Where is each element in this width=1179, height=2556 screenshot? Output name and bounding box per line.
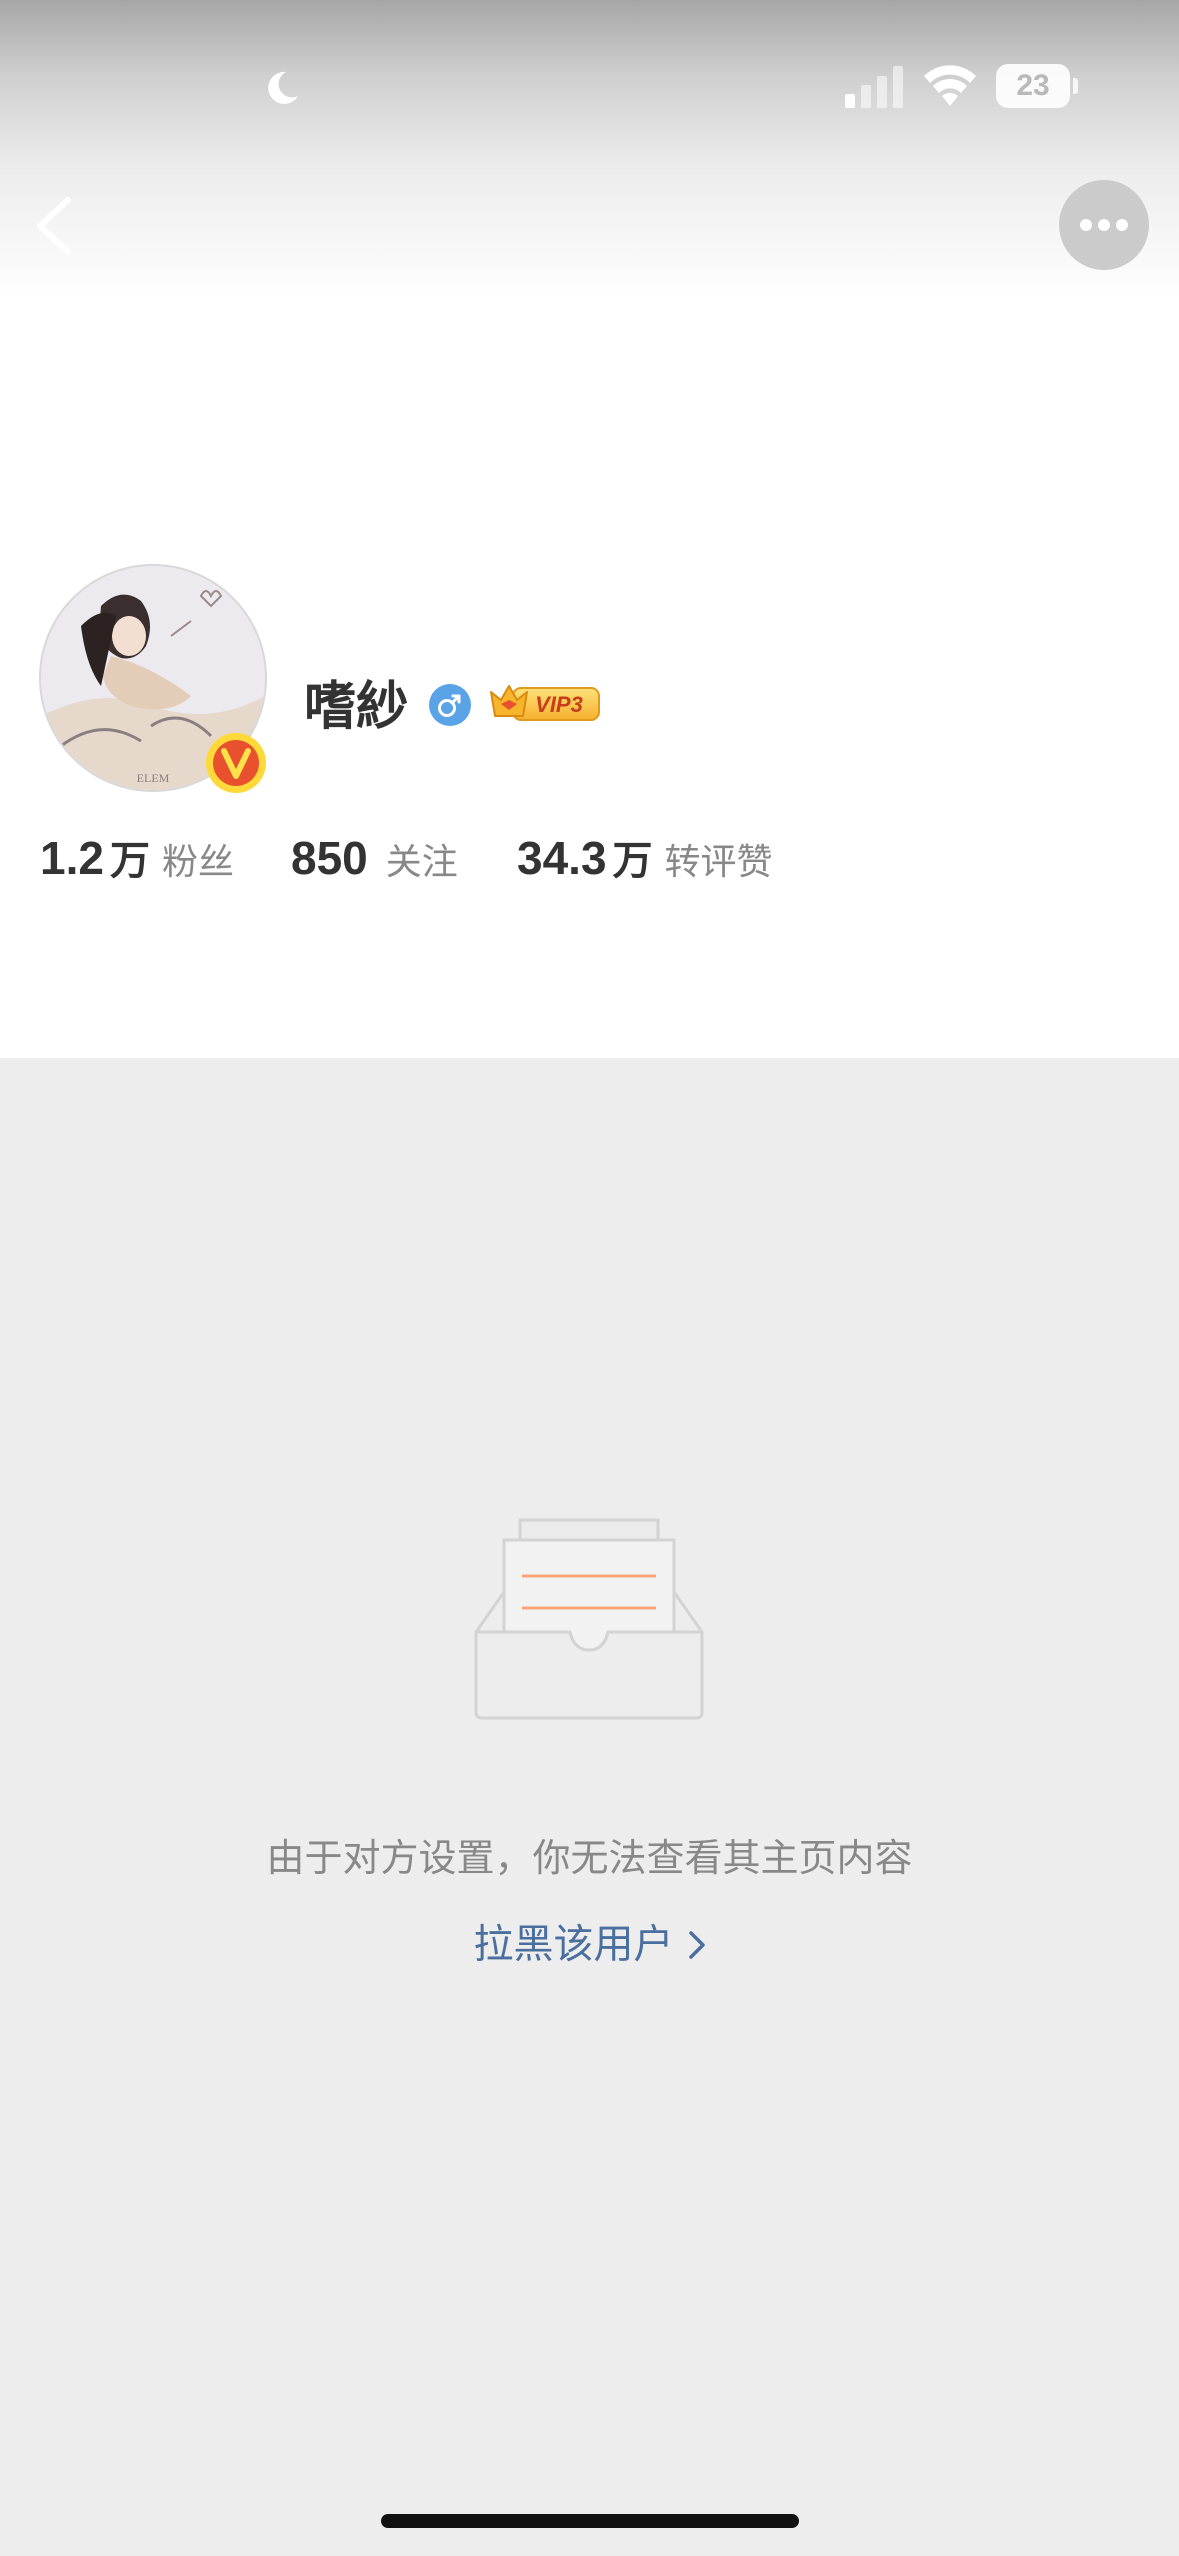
stat-label: 关注: [385, 842, 458, 883]
stat-interactions[interactable]: 34.3 万转评赞: [517, 823, 773, 893]
vip-badge[interactable]: VIP3: [487, 678, 603, 726]
stat-unit: 万: [612, 838, 653, 884]
battery-icon: 23: [996, 64, 1078, 108]
stat-value: 1.2: [40, 832, 104, 884]
more-options-button[interactable]: [1059, 180, 1149, 270]
username: 嗜紗: [304, 677, 409, 737]
block-user-row: 拉黑该用户: [0, 1912, 1179, 1976]
vip-label: VIP3: [535, 692, 583, 717]
v-mark-icon: [221, 748, 251, 779]
stat-label: 粉丝: [161, 842, 234, 883]
stat-value: 850: [291, 832, 368, 884]
empty-inbox-icon: [474, 1518, 704, 1720]
chevron-left-icon: [37, 197, 71, 255]
stat-label: 转评赞: [664, 842, 773, 883]
home-indicator[interactable]: [381, 2514, 799, 2528]
cellular-signal-icon: [845, 66, 903, 108]
stat-following[interactable]: 850 关注: [291, 823, 458, 893]
empty-state-message: 由于对方设置，你无法查看其主页内容: [266, 1836, 913, 1880]
stat-followers[interactable]: 1.2 万粉丝: [40, 823, 234, 893]
chevron-right-icon: [688, 1930, 705, 1959]
battery-level: 23: [1016, 69, 1050, 102]
moon-icon: [268, 71, 298, 104]
stat-value: 34.3: [517, 832, 607, 884]
ellipsis-icon: [1080, 219, 1128, 231]
avatar-caption: ELEM: [137, 771, 170, 785]
male-symbol-icon: [429, 684, 471, 726]
wifi-icon: [924, 65, 976, 106]
block-user-link[interactable]: 拉黑该用户: [474, 1912, 706, 1976]
back-button[interactable]: [24, 190, 84, 262]
battery-tip: [1073, 78, 1078, 94]
block-user-label: 拉黑该用户: [473, 1921, 674, 1968]
status-bar: 23: [0, 0, 1179, 170]
verified-badge-icon: [206, 733, 266, 793]
stat-unit: 万: [109, 838, 150, 884]
